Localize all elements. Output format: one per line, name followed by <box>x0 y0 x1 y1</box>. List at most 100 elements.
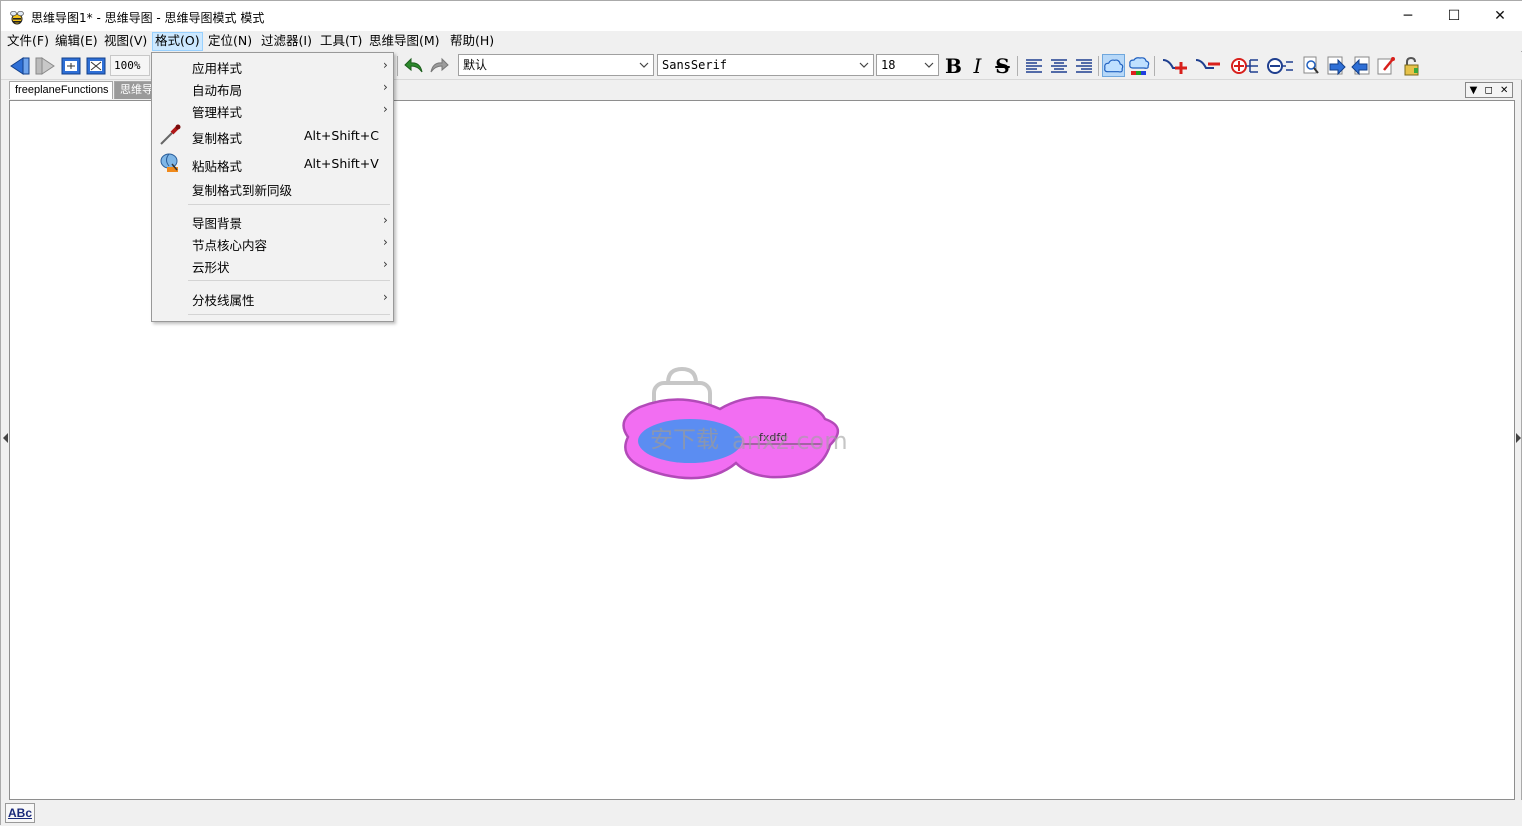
menu-item-label: 粘贴格式 <box>192 159 243 174</box>
collapse-node-button[interactable] <box>1266 54 1294 77</box>
menu-separator <box>188 280 390 281</box>
menu-item-shortcut: Alt+Shift+V <box>304 156 379 171</box>
menu-item-manage-styles[interactable]: 管理样式 › <box>153 99 393 121</box>
find-page-icon <box>1303 56 1319 74</box>
previous-button[interactable] <box>1349 54 1372 77</box>
font-size-select[interactable]: 18 <box>876 54 939 76</box>
redo-icon <box>430 57 449 72</box>
menu-view[interactable]: 视图(V) <box>102 32 149 51</box>
menu-item-copy-format[interactable]: 复制格式 Alt+Shift+C <box>153 123 393 149</box>
menu-item-auto-layout[interactable]: 自动布局 › <box>153 77 393 99</box>
undo-icon <box>403 57 422 72</box>
tab-freeplane-functions[interactable]: freeplaneFunctions <box>9 81 113 99</box>
cloud-color-icon <box>1128 56 1149 75</box>
lock-icon <box>1404 56 1418 75</box>
paint-bucket-icon <box>160 153 178 172</box>
tab-mindmap[interactable]: 思维导 <box>114 81 153 99</box>
right-panel-toggle-icon[interactable] <box>1516 431 1521 445</box>
align-center-button[interactable] <box>1047 54 1070 77</box>
expand-node-button[interactable] <box>1230 54 1260 77</box>
format-menu: 应用样式 › 自动布局 › 管理样式 › 复制格式 Alt+Shift+C 粘贴… <box>151 52 394 322</box>
align-left-button[interactable] <box>1022 54 1045 77</box>
submenu-arrow-icon: › <box>383 290 388 304</box>
status-bar: ABc <box>1 800 1522 826</box>
tab-restore-icon[interactable]: ◻ <box>1484 85 1492 96</box>
close-icon: ✕ <box>1494 8 1506 24</box>
menu-format[interactable]: 格式(O) <box>152 32 203 51</box>
menu-help[interactable]: 帮助(H) <box>448 32 496 51</box>
fit-to-page-icon <box>61 57 80 74</box>
menu-mindmap[interactable]: 思维导图(M) <box>367 32 442 51</box>
zoom-input[interactable]: 100% <box>110 55 150 76</box>
zoom-fit-button[interactable] <box>84 54 107 77</box>
menu-edit[interactable]: 编辑(E) <box>53 32 100 51</box>
tab-close-icon[interactable]: ✕ <box>1500 85 1508 96</box>
back-button[interactable] <box>8 54 31 77</box>
lock-button[interactable] <box>1399 54 1422 77</box>
menu-item-map-background[interactable]: 导图背景 › <box>153 210 393 232</box>
maximize-button[interactable]: ☐ <box>1431 1 1477 31</box>
edit-attributes-button[interactable] <box>1374 54 1397 77</box>
menu-bar: 文件(F) 编辑(E) 视图(V) 格式(O) 定位(N) 过滤器(I) 工具(… <box>1 31 1522 51</box>
chevron-down-icon <box>639 62 649 68</box>
next-button[interactable] <box>1324 54 1347 77</box>
minimize-button[interactable]: ─ <box>1385 1 1431 31</box>
menu-item-label: 复制格式 <box>192 131 243 146</box>
submenu-arrow-icon: › <box>383 102 388 116</box>
find-button[interactable] <box>1299 54 1322 77</box>
menu-item-copy-format-to-sibling[interactable]: 复制格式到新同级 <box>153 177 393 199</box>
menu-item-paste-format[interactable]: 粘贴格式 Alt+Shift+V <box>153 150 393 178</box>
forward-button[interactable] <box>33 54 56 77</box>
menu-item-label: 云形状 <box>192 260 230 275</box>
collapse-minus-icon <box>1267 57 1293 74</box>
spellcheck-button[interactable]: ABc <box>5 803 35 823</box>
cloud-button[interactable] <box>1102 54 1125 77</box>
menu-item-label: 导图背景 <box>192 216 243 231</box>
align-right-icon <box>1075 58 1092 73</box>
bold-button[interactable]: B <box>942 54 965 78</box>
menu-navigate[interactable]: 定位(N) <box>206 32 254 51</box>
undo-button[interactable] <box>402 54 425 77</box>
submenu-arrow-icon: › <box>383 80 388 94</box>
submenu-arrow-icon: › <box>383 235 388 249</box>
arrow-right-icon <box>35 56 55 75</box>
left-panel-toggle-icon[interactable] <box>3 431 8 445</box>
close-button[interactable]: ✕ <box>1477 1 1522 31</box>
menu-item-node-core[interactable]: 节点核心内容 › <box>153 232 393 254</box>
style-select-value: 默认 <box>463 58 488 72</box>
italic-button[interactable]: I <box>966 54 989 78</box>
align-right-button[interactable] <box>1072 54 1095 77</box>
pipette-icon <box>160 124 181 145</box>
title-bar: 思维导图1* - 思维导图 - 思维导图模式 模式 ─ ☐ ✕ <box>1 1 1522 31</box>
zoom-fit-icon <box>86 57 105 74</box>
menu-item-apply-style[interactable]: 应用样式 › <box>153 55 393 77</box>
add-connector-button[interactable] <box>1161 54 1189 77</box>
minimize-icon: ─ <box>1403 8 1413 24</box>
font-select-value: SansSerif <box>662 58 728 72</box>
redo-button[interactable] <box>427 54 450 77</box>
style-select[interactable]: 默认 <box>458 54 654 76</box>
expand-plus-icon <box>1231 57 1258 74</box>
menu-file[interactable]: 文件(F) <box>5 32 51 51</box>
chevron-down-icon <box>859 62 869 68</box>
menu-item-edge-properties[interactable]: 分枝线属性 › <box>153 287 393 309</box>
remove-connector-button[interactable] <box>1194 54 1222 77</box>
menu-item-cloud-shape[interactable]: 云形状 › <box>153 254 393 276</box>
previous-arrow-icon <box>1350 56 1369 75</box>
menu-item-label: 复制格式到新同级 <box>192 183 293 198</box>
application-window: 思维导图1* - 思维导图 - 思维导图模式 模式 ─ ☐ ✕ 文件(F) 编辑… <box>0 0 1522 826</box>
menu-item-label: 节点核心内容 <box>192 238 268 253</box>
edit-page-icon <box>1377 56 1395 74</box>
tab-controls: ▼ ◻ ✕ <box>1465 82 1513 98</box>
strikethrough-button[interactable]: S <box>991 54 1014 78</box>
add-link-icon <box>1162 58 1187 74</box>
align-center-icon <box>1050 58 1067 73</box>
tab-list-icon[interactable]: ▼ <box>1470 85 1478 96</box>
fit-page-button[interactable] <box>59 54 82 77</box>
arrow-left-icon <box>9 56 29 75</box>
menu-item-label: 应用样式 <box>192 61 243 76</box>
menu-tools[interactable]: 工具(T) <box>318 32 364 51</box>
cloud-color-button[interactable] <box>1127 54 1150 77</box>
font-select[interactable]: SansSerif <box>657 54 874 76</box>
menu-filter[interactable]: 过滤器(I) <box>259 32 314 51</box>
